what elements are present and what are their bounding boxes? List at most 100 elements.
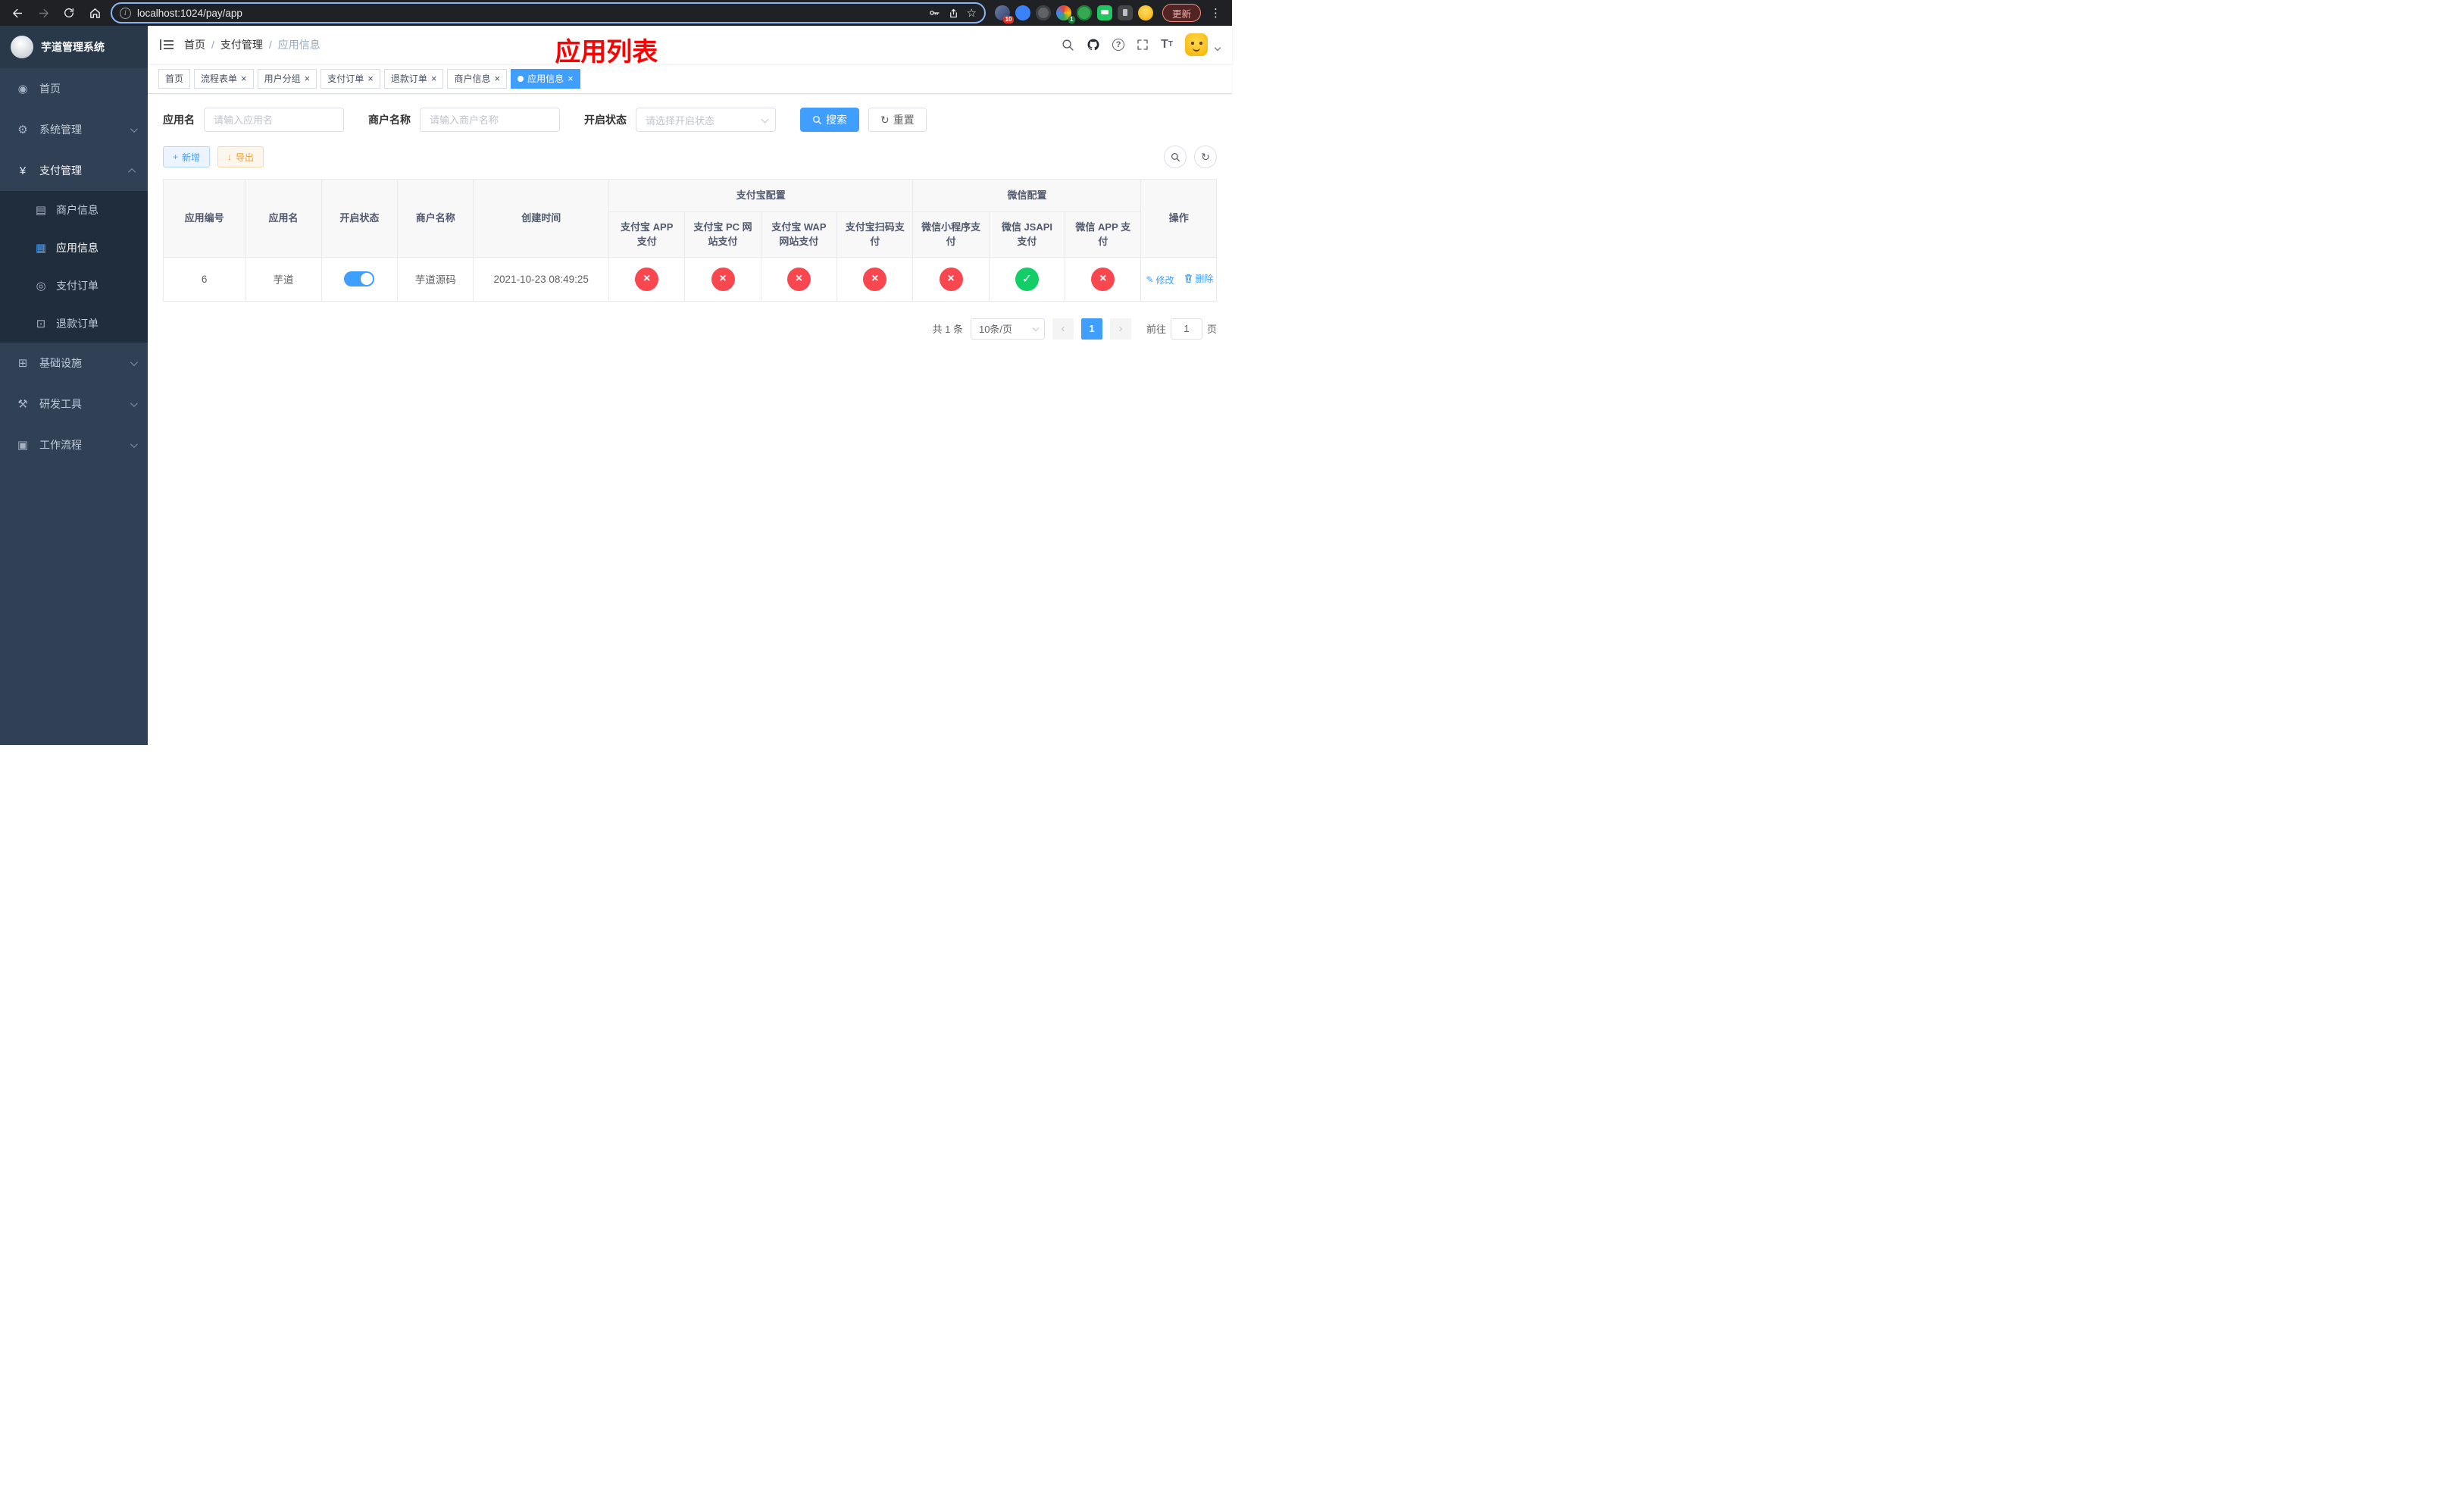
close-icon[interactable]: ×	[241, 74, 247, 83]
github-icon[interactable]	[1087, 38, 1100, 52]
app-name-input[interactable]	[204, 108, 344, 132]
back-icon[interactable]	[8, 3, 27, 23]
delete-button[interactable]: 删除	[1184, 272, 1213, 285]
status-label: 开启状态	[584, 114, 627, 126]
enabled-toggle[interactable]	[344, 271, 375, 286]
yen-icon: ¥	[19, 164, 27, 177]
tab-user-group[interactable]: 用户分组 ×	[257, 68, 317, 89]
sidebar-item-label: 支付管理	[39, 164, 82, 177]
breadcrumb-home[interactable]: 首页	[184, 37, 205, 52]
alipay-pc-status-icon: ×	[711, 267, 735, 291]
next-page-button[interactable]: ›	[1109, 318, 1131, 340]
fullscreen-icon[interactable]	[1137, 39, 1149, 51]
edit-button[interactable]: ✎ 修改	[1146, 274, 1174, 286]
bookmark-star-icon[interactable]: ☆	[967, 6, 977, 20]
close-icon[interactable]: ×	[367, 74, 374, 83]
extension-icon[interactable]: 10	[994, 5, 1014, 23]
extension-icon[interactable]	[1015, 5, 1030, 20]
sidebar-item-devtools[interactable]: ⚒ 研发工具	[0, 383, 148, 424]
sidebar-item-infrastructure[interactable]: ⊞ 基础设施	[0, 343, 148, 383]
chevron-down-icon	[130, 358, 138, 366]
tab-process-form[interactable]: 流程表单 ×	[194, 68, 254, 89]
font-size-icon[interactable]: TT	[1161, 39, 1173, 51]
breadcrumb-current: 应用信息	[277, 39, 321, 51]
extension-icon[interactable]	[1035, 5, 1051, 20]
merchant-name-input[interactable]	[420, 108, 560, 132]
page-size-select[interactable]: 10条/页	[970, 318, 1045, 340]
sidebar-item-pay-order[interactable]: ◎ 支付订单	[0, 267, 148, 305]
browser-update-button[interactable]: 更新	[1162, 4, 1201, 22]
sidebar-item-payment[interactable]: ¥ 支付管理	[0, 150, 148, 191]
forward-icon[interactable]	[33, 3, 53, 23]
extension-icon[interactable]	[1117, 5, 1133, 20]
tab-merchant-info[interactable]: 商户信息 ×	[447, 68, 508, 89]
page-content: 应用名 商户名称 开启状态 请选择开启状态 搜索 ↻ 重置	[148, 94, 1232, 745]
sidebar-toggle-button[interactable]	[160, 39, 174, 51]
export-button[interactable]: ↓ 导出	[217, 146, 264, 167]
share-icon[interactable]	[948, 8, 959, 19]
header-search-icon[interactable]	[1062, 39, 1074, 52]
tab-refund-order[interactable]: 退款订单 ×	[383, 68, 444, 89]
add-button[interactable]: + 新增	[163, 146, 211, 167]
sidebar-item-refund-order[interactable]: ⊡ 退款订单	[0, 305, 148, 343]
app-grid-icon: ▦	[35, 242, 47, 255]
col-header-wechat-jsapi: 微信 JSAPI 支付	[988, 211, 1066, 258]
user-avatar[interactable]	[1185, 33, 1208, 56]
sidebar-item-app-info[interactable]: ▦ 应用信息	[0, 229, 148, 267]
browser-toolbar: i localhost:1024/pay/app ☆ 10 1 更新 ⋮	[0, 0, 1232, 26]
pagination: 共 1 条 10条/页 ‹ 1 › 前往 页	[163, 318, 1217, 340]
refund-order-icon: ⊡	[36, 318, 46, 330]
refresh-table-button[interactable]: ↻	[1194, 146, 1217, 168]
tab-label: 支付订单	[327, 74, 364, 84]
wechat-jsapi-status-icon: ✓	[1015, 267, 1039, 291]
home-icon[interactable]	[85, 3, 105, 23]
avatar-caret-icon[interactable]	[1214, 44, 1221, 52]
sidebar-item-label: 研发工具	[39, 398, 82, 410]
extension-icon[interactable]	[1076, 5, 1092, 20]
tab-label: 退款订单	[390, 74, 427, 84]
tab-label: 商户信息	[454, 74, 491, 84]
reset-button[interactable]: ↻ 重置	[868, 108, 927, 132]
sidebar-item-workflow[interactable]: ▣ 工作流程	[0, 424, 148, 465]
sidebar-item-label: 首页	[39, 83, 61, 95]
extension-icon[interactable]	[1137, 5, 1153, 20]
prev-page-button[interactable]: ‹	[1052, 318, 1074, 340]
sidebar-item-label: 支付订单	[56, 280, 98, 292]
goto-label: 前往	[1146, 324, 1166, 335]
breadcrumb-payment[interactable]: 支付管理	[220, 37, 263, 52]
devtools-icon: ⚒	[17, 398, 28, 411]
alipay-qr-status-icon: ×	[863, 267, 887, 291]
sidebar-item-system[interactable]: ⚙ 系统管理	[0, 109, 148, 150]
reload-icon[interactable]	[59, 3, 79, 23]
sidebar-item-label: 系统管理	[39, 124, 82, 136]
toggle-search-button[interactable]	[1164, 146, 1187, 168]
sidebar-item-home[interactable]: ◉ 首页	[0, 68, 148, 109]
cell-created-at: 2021-10-23 08:49:25	[473, 256, 610, 302]
sidebar-item-label: 退款订单	[56, 318, 98, 330]
chevron-down-icon	[1032, 324, 1040, 331]
close-icon[interactable]: ×	[568, 74, 574, 83]
extension-icon[interactable]: 1	[1055, 5, 1075, 23]
site-info-icon[interactable]: i	[120, 7, 131, 19]
tab-app-info[interactable]: 应用信息 ×	[511, 68, 580, 89]
extension-icon[interactable]	[1096, 5, 1112, 20]
sidebar-item-label: 商户信息	[56, 204, 98, 216]
sidebar-item-merchant-info[interactable]: ▤ 商户信息	[0, 191, 148, 229]
payment-submenu: ▤ 商户信息 ▦ 应用信息 ◎ 支付订单 ⊡ 退款订单	[0, 191, 148, 343]
address-bar[interactable]: i localhost:1024/pay/app ☆	[111, 2, 986, 23]
tab-home[interactable]: 首页	[158, 68, 191, 89]
cell-app-id: 6	[162, 256, 246, 302]
page-number-button[interactable]: 1	[1080, 318, 1102, 340]
close-icon[interactable]: ×	[431, 74, 437, 83]
tab-pay-order[interactable]: 支付订单 ×	[321, 68, 380, 89]
refresh-icon: ↻	[880, 113, 890, 126]
chevron-down-icon	[130, 124, 138, 133]
close-icon[interactable]: ×	[305, 74, 311, 83]
status-select[interactable]: 请选择开启状态	[636, 108, 776, 132]
password-key-icon[interactable]	[928, 7, 940, 19]
search-button[interactable]: 搜索	[800, 108, 859, 132]
goto-page-input[interactable]	[1170, 318, 1202, 340]
help-icon[interactable]: ?	[1112, 39, 1125, 51]
close-icon[interactable]: ×	[494, 74, 500, 83]
browser-menu-icon[interactable]: ⋮	[1207, 6, 1224, 20]
